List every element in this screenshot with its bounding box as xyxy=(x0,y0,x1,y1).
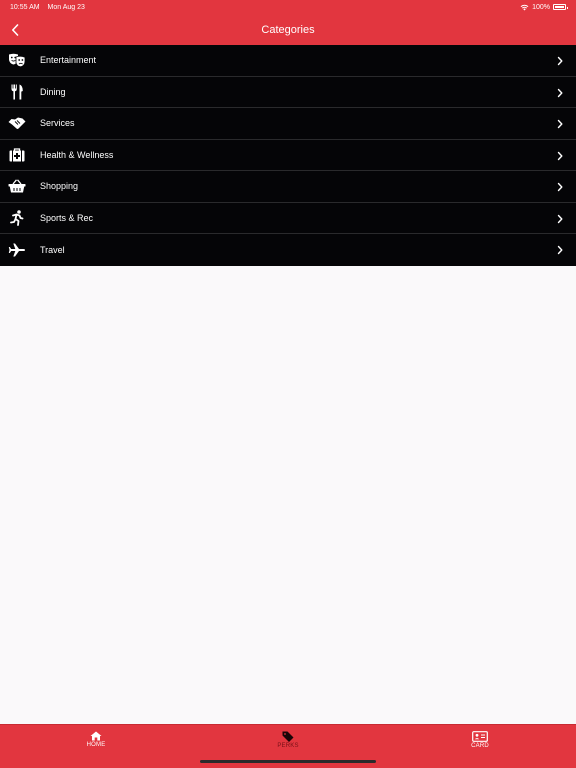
category-row-entertainment[interactable]: Entertainment xyxy=(0,45,576,77)
chevron-right-icon xyxy=(557,245,563,255)
tab-label: HOME xyxy=(86,742,106,748)
id-card-icon xyxy=(472,731,488,742)
utensils-icon xyxy=(8,83,26,101)
status-time: 10:55 AM xyxy=(10,3,40,11)
category-label: Travel xyxy=(40,244,65,255)
status-bar: 10:55 AM Mon Aug 23 100% xyxy=(0,0,576,14)
tab-label: PERKS xyxy=(277,743,299,749)
tab-home[interactable]: HOME xyxy=(66,731,126,748)
category-list: Entertainment Dining Services Health & W… xyxy=(0,45,576,266)
handshake-icon xyxy=(8,114,26,132)
page-title: Categories xyxy=(261,23,315,36)
theater-masks-icon xyxy=(8,51,26,69)
category-row-health-wellness[interactable]: Health & Wellness xyxy=(0,140,576,171)
tab-perks[interactable]: PERKS xyxy=(258,731,318,749)
status-date: Mon Aug 23 xyxy=(47,3,85,11)
home-indicator xyxy=(200,760,376,763)
chevron-right-icon xyxy=(557,214,563,223)
chevron-left-icon xyxy=(12,23,19,36)
airplane-icon xyxy=(8,241,26,259)
category-row-shopping[interactable]: Shopping xyxy=(0,171,576,203)
category-label: Sports & Rec xyxy=(40,212,94,223)
chevron-right-icon xyxy=(557,151,563,160)
category-label: Dining xyxy=(40,86,66,97)
category-row-dining[interactable]: Dining xyxy=(0,77,576,108)
home-icon xyxy=(90,731,102,741)
tab-card[interactable]: CARD xyxy=(450,731,510,749)
battery-percent: 100% xyxy=(532,3,550,11)
chevron-right-icon xyxy=(557,88,563,97)
tag-icon xyxy=(282,731,294,742)
status-right: 100% xyxy=(520,3,568,11)
category-label: Health & Wellness xyxy=(40,149,114,160)
category-label: Entertainment xyxy=(40,55,97,66)
category-row-sports-rec[interactable]: Sports & Rec xyxy=(0,203,576,234)
chevron-right-icon xyxy=(557,119,563,129)
category-label: Services xyxy=(40,118,75,129)
wifi-icon xyxy=(520,4,529,10)
first-aid-kit-icon xyxy=(8,146,26,164)
shopping-basket-icon xyxy=(8,177,26,195)
category-row-services[interactable]: Services xyxy=(0,108,576,140)
nav-bar: Categories xyxy=(0,14,576,45)
chevron-right-icon xyxy=(557,56,563,66)
running-person-icon xyxy=(8,209,26,227)
chevron-right-icon xyxy=(557,182,563,192)
tab-label: CARD xyxy=(471,743,489,749)
status-left: 10:55 AM Mon Aug 23 xyxy=(10,4,91,11)
category-row-travel[interactable]: Travel xyxy=(0,234,576,266)
tab-bar: HOME PERKS CARD xyxy=(0,724,576,768)
category-label: Shopping xyxy=(40,181,79,192)
back-button[interactable] xyxy=(7,21,23,38)
battery-icon xyxy=(553,4,568,10)
